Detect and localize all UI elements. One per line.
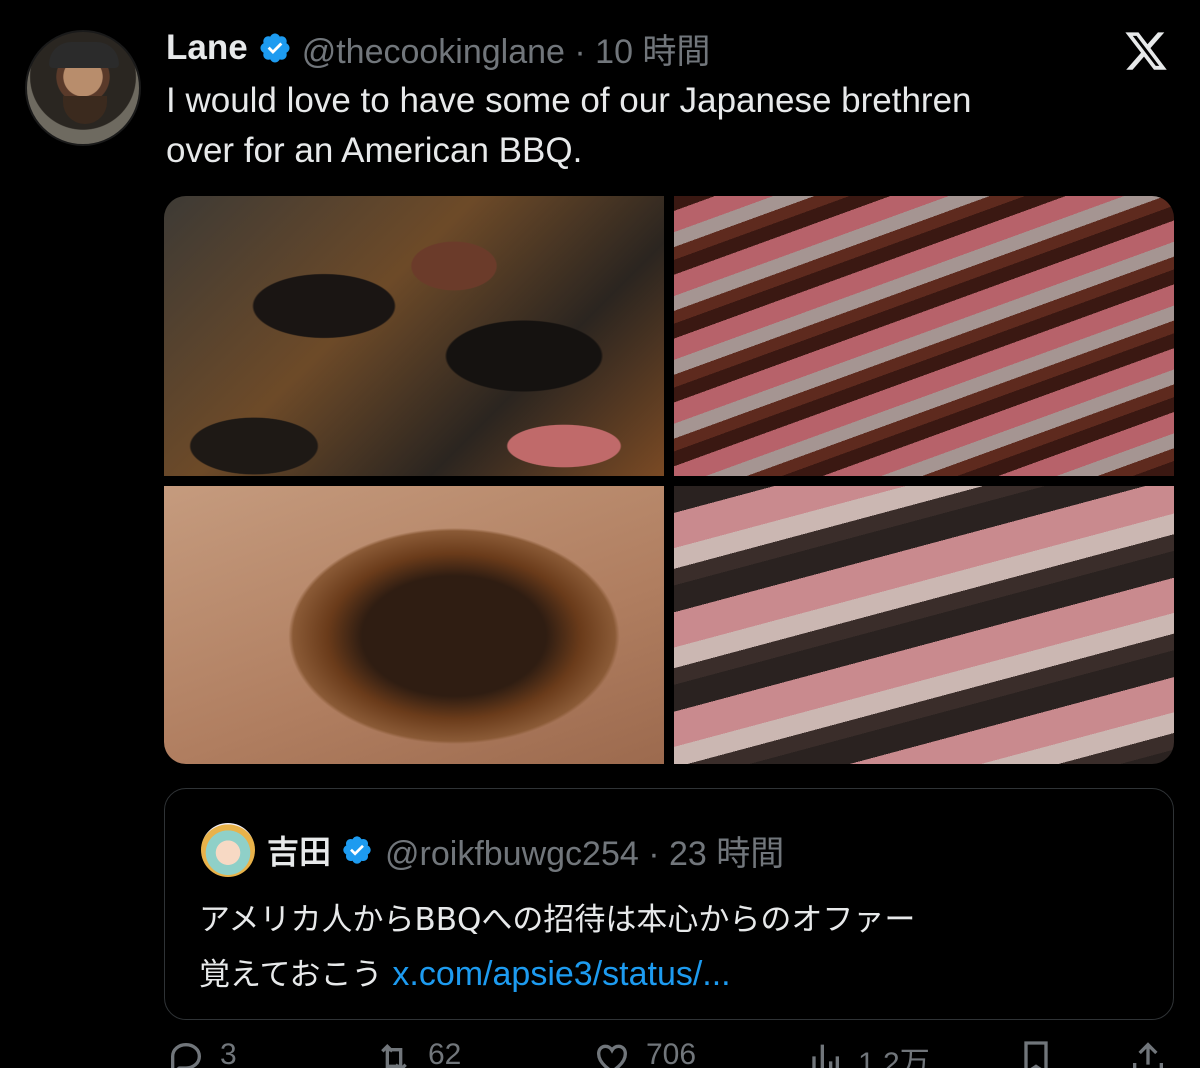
quoted-author-avatar: [201, 823, 255, 877]
photo-bbq-ribs-brisket[interactable]: [164, 196, 664, 476]
author-handle-time[interactable]: @thecookinglane · 10 時間: [302, 24, 711, 73]
media-grid: [164, 196, 1174, 764]
repost-button[interactable]: 62: [374, 1038, 461, 1068]
quoted-author-name: 吉田: [267, 833, 332, 871]
tweet-action-bar: 3 62 706 1.2万: [164, 1038, 1174, 1068]
x-logo-icon[interactable]: [1122, 28, 1170, 74]
quoted-tweet-text: アメリカ人からBBQへの招待は本心からのオファー 覚えておこう x.com/ap…: [199, 893, 1159, 1002]
quoted-author-handle-time: @roikfbuwgc254 · 23 時間: [385, 834, 785, 873]
quoted-text-line-2: 覚えておこう x.com/apsie3/status/...: [199, 947, 1159, 1002]
verified-badge-icon: [260, 33, 290, 63]
like-button[interactable]: 706: [592, 1038, 696, 1068]
quoted-text-line-1: アメリカ人からBBQへの招待は本心からのオファー: [199, 902, 916, 938]
quoted-text-line-2-text: 覚えておこう: [199, 957, 393, 993]
views-button[interactable]: 1.2万: [804, 1038, 930, 1068]
like-count: 706: [646, 1038, 697, 1068]
share-icon: [1133, 1042, 1163, 1068]
views-icon: [812, 1044, 839, 1068]
avatar-beard: [63, 96, 107, 124]
photo-sliced-brisket[interactable]: [674, 196, 1174, 476]
tweet-header: Lane @thecookinglane · 10 時間: [166, 24, 711, 73]
photo-brisket-closeup[interactable]: [674, 486, 1174, 764]
quoted-tweet-card[interactable]: 吉田 @roikfbuwgc254 · 23 時間 アメリカ人からBBQへの招待…: [164, 788, 1174, 1020]
quoted-tweet-header: 吉田 @roikfbuwgc254 · 23 時間: [267, 827, 784, 873]
quoted-status-link[interactable]: x.com/apsie3/status/...: [392, 955, 730, 993]
reply-count: 3: [220, 1038, 237, 1068]
share-button[interactable]: [1128, 1038, 1182, 1068]
reply-button[interactable]: 3: [166, 1038, 237, 1068]
views-count: 1.2万: [858, 1047, 930, 1068]
avatar-cap: [49, 42, 119, 68]
reply-icon: [171, 1042, 202, 1068]
bookmark-button[interactable]: [1016, 1038, 1070, 1068]
tweet-text: I would love to have some of our Japanes…: [166, 81, 972, 170]
author-avatar[interactable]: [25, 30, 141, 146]
bookmark-icon: [1024, 1041, 1048, 1068]
repost-icon: [381, 1043, 407, 1068]
author-name[interactable]: Lane: [166, 28, 248, 68]
quoted-verified-badge-icon: [343, 836, 371, 864]
heart-icon: [596, 1044, 628, 1068]
repost-count: 62: [428, 1038, 462, 1068]
photo-pork-shoulder[interactable]: [164, 486, 664, 764]
